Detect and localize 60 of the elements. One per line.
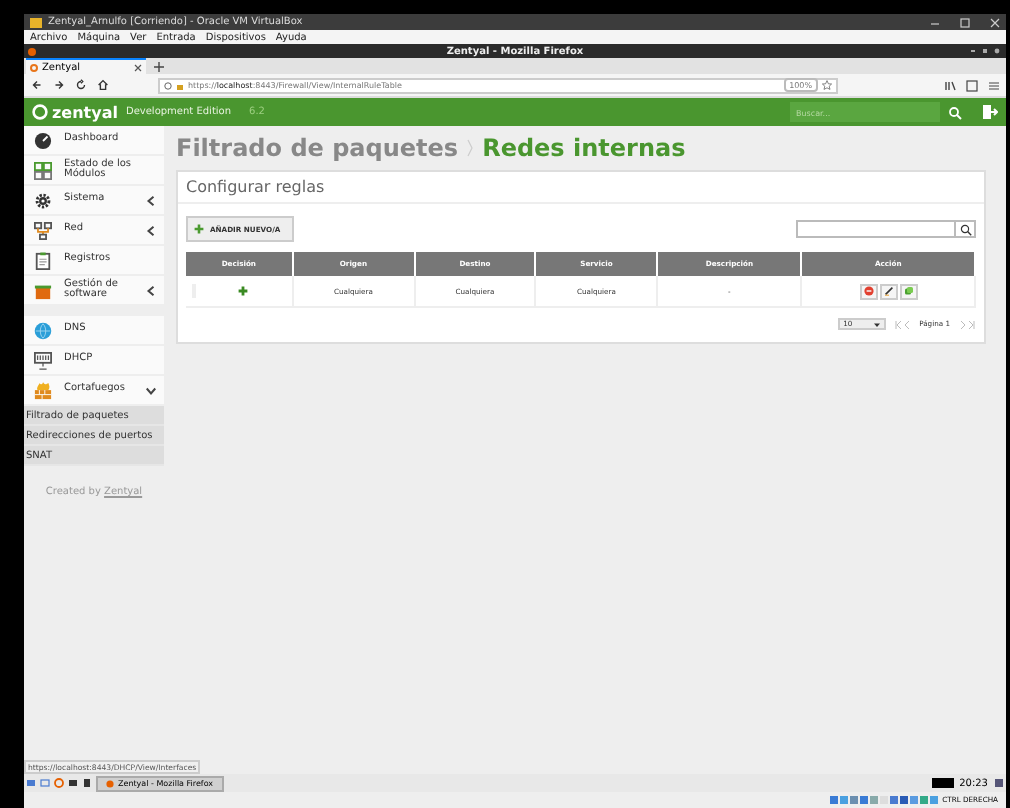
maximize-icon[interactable] (960, 17, 970, 27)
panel-title: Configurar reglas (178, 172, 984, 204)
breadcrumb-separator-icon (466, 138, 475, 158)
network-port-icon (34, 351, 52, 369)
edit-button[interactable] (879, 283, 898, 299)
app-icon (30, 17, 42, 27)
info-icon (164, 81, 172, 89)
minimize-icon[interactable] (930, 17, 940, 27)
new-tab-icon[interactable] (154, 61, 164, 71)
close-icon[interactable] (134, 63, 142, 71)
browser-icon (28, 47, 36, 55)
window-icon[interactable] (82, 778, 92, 788)
logo-icon (32, 104, 48, 120)
globe-icon (34, 321, 52, 339)
chevron-left-icon (146, 225, 156, 235)
terminal-icon[interactable] (68, 778, 78, 788)
chevron-left-icon (146, 195, 156, 205)
star-icon[interactable] (822, 80, 832, 90)
network-icon (34, 221, 52, 239)
tray-icon[interactable] (994, 778, 1004, 788)
plus-icon (194, 224, 204, 234)
back-icon[interactable] (30, 78, 44, 92)
browser-icon[interactable] (54, 778, 64, 788)
lock-icon (176, 81, 184, 89)
pencil-icon (883, 286, 894, 296)
page-title: Redes internas (482, 134, 686, 162)
clipboard-icon (34, 251, 52, 269)
gauge-icon (34, 131, 52, 149)
search-icon[interactable] (948, 105, 962, 119)
gear-icon (34, 191, 52, 209)
clone-button[interactable] (899, 283, 918, 299)
logo-text: zentyal (52, 103, 118, 121)
folder-icon[interactable] (40, 778, 50, 788)
dropdown-arrow-icon (873, 321, 880, 327)
logout-icon[interactable] (982, 104, 998, 120)
search-button[interactable] (956, 220, 976, 238)
forward-icon[interactable] (52, 78, 66, 92)
tray-indicator (931, 778, 954, 788)
chevron-down-icon (146, 385, 156, 395)
box-icon (34, 281, 52, 299)
desktop-icon[interactable] (26, 778, 36, 788)
close-icon[interactable] (994, 48, 1000, 54)
home-icon[interactable] (96, 78, 110, 92)
chevron-left-icon (146, 285, 156, 295)
status-icons-drawing (830, 796, 941, 804)
copy-icon (903, 286, 914, 296)
maximize-icon[interactable] (982, 48, 988, 54)
minimize-icon[interactable] (970, 48, 976, 54)
sidebar-icon[interactable] (966, 79, 978, 91)
browser-icon (106, 779, 114, 787)
filter-field[interactable] (796, 220, 956, 238)
search-icon (959, 223, 971, 235)
delete-button[interactable] (859, 283, 878, 299)
plus-icon (237, 286, 248, 296)
fire-wall-icon (34, 381, 52, 399)
library-icon[interactable] (944, 79, 956, 91)
grid-icon (34, 161, 52, 179)
favicon-icon (30, 63, 38, 71)
reload-icon[interactable] (74, 78, 88, 92)
minus-circle-icon (863, 286, 874, 296)
